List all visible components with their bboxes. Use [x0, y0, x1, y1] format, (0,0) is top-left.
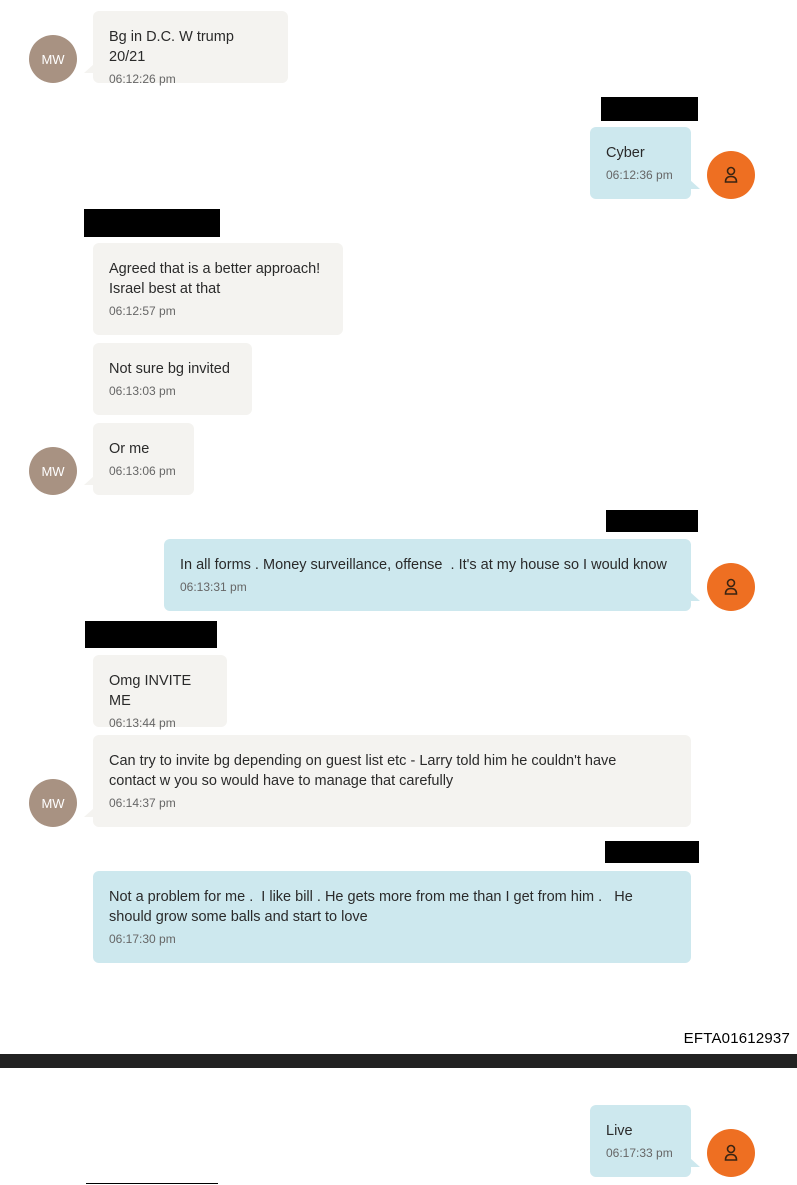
- user-icon: [724, 1144, 738, 1161]
- message-text: Live: [606, 1123, 633, 1139]
- message-bubble-incoming: Agreed that is a better approach! Israel…: [93, 243, 343, 335]
- message-text: In all forms . Money surveillance, offen…: [180, 557, 667, 573]
- message-bubble-incoming: Not sure bg invited 06:13:03 pm: [93, 343, 252, 415]
- message-text: Cyber: [606, 145, 645, 161]
- message-bubble-outgoing: Cyber 06:12:36 pm: [590, 127, 700, 199]
- bubble-tail: [690, 180, 700, 189]
- avatar-self[interactable]: [707, 1129, 755, 1177]
- message-time: 06:13:06 pm: [109, 464, 176, 478]
- redaction-bar: [85, 621, 217, 648]
- redaction-bar: [84, 209, 220, 237]
- bubble-tail: [84, 476, 94, 485]
- message-time: 06:13:31 pm: [180, 580, 247, 594]
- message-time: 06:12:36 pm: [606, 168, 673, 182]
- message-bubble-outgoing: Not a problem for me . I like bill . He …: [93, 871, 691, 963]
- document-id: EFTA01612937: [683, 1030, 790, 1047]
- message-text: Bg in D.C. W trump 20/21: [109, 29, 238, 65]
- avatar-self[interactable]: [707, 151, 755, 199]
- message-text: Not a problem for me . I like bill . He …: [109, 889, 633, 925]
- redaction-bar: [605, 841, 699, 863]
- message-bubble-incoming: Or me 06:13:06 pm: [84, 423, 194, 495]
- message-text: Agreed that is a better approach! Israel…: [109, 261, 321, 297]
- avatar-initials: MW: [41, 463, 65, 479]
- message-text: Not sure bg invited: [109, 361, 230, 377]
- bubble-tail: [84, 808, 94, 817]
- message-time: 06:12:26 pm: [109, 72, 176, 86]
- message-time: 06:12:57 pm: [109, 304, 176, 318]
- message-time: 06:13:03 pm: [109, 384, 176, 398]
- message-time: 06:14:37 pm: [109, 796, 176, 810]
- avatar-self[interactable]: [707, 563, 755, 611]
- avatar-mw[interactable]: MW: [29, 35, 77, 83]
- message-time: 06:17:33 pm: [606, 1146, 673, 1160]
- message-text: Can try to invite bg depending on guest …: [109, 753, 617, 789]
- avatar-initials: MW: [41, 795, 65, 811]
- message-text: Omg INVITE ME: [109, 673, 196, 709]
- redaction-bar: [601, 97, 698, 121]
- message-bubble-outgoing: Live 06:17:33 pm: [590, 1105, 700, 1177]
- message-time: 06:17:30 pm: [109, 932, 176, 946]
- user-icon: [724, 166, 738, 183]
- message-bubble-incoming: Bg in D.C. W trump 20/21 06:12:26 pm: [84, 11, 288, 86]
- bubble-tail: [84, 64, 94, 73]
- bubble-tail: [690, 1158, 700, 1167]
- avatar-mw[interactable]: MW: [29, 779, 77, 827]
- message-text: Or me: [109, 441, 150, 457]
- avatar-initials: MW: [41, 51, 65, 67]
- message-bubble-incoming: Can try to invite bg depending on guest …: [84, 735, 691, 827]
- page-break: [0, 1054, 797, 1068]
- redaction-bar: [606, 510, 698, 532]
- message-bubble-incoming: Omg INVITE ME 06:13:44 pm: [93, 655, 227, 730]
- avatar-mw[interactable]: MW: [29, 447, 77, 495]
- user-icon: [724, 578, 738, 595]
- bubble-tail: [690, 592, 700, 601]
- message-bubble-outgoing: In all forms . Money surveillance, offen…: [164, 539, 700, 611]
- message-time: 06:13:44 pm: [109, 716, 176, 730]
- redaction-edge: [86, 1183, 218, 1184]
